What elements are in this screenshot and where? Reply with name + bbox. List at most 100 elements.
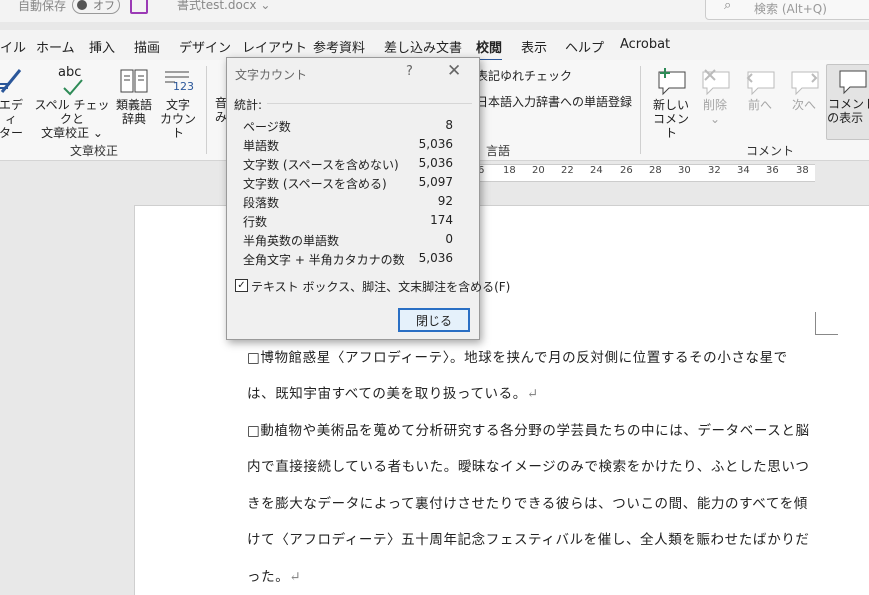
save-icon[interactable] (130, 0, 148, 14)
stat-row: 全角文字 + 半角カタカナの数 5,036 (243, 251, 453, 269)
thesaurus-button[interactable]: 類義語 辞典 (114, 66, 154, 126)
ruler-number: 22 (561, 165, 574, 176)
ruler-number: 28 (649, 165, 662, 176)
line-text: □動植物や美術品を蒐めて分析研究する各分野の学芸員たちの中には、データベースと脳 (247, 423, 810, 439)
stat-value: 92 (437, 194, 453, 208)
ruler-number: 18 (503, 165, 516, 176)
line-text: は、既知宇宙すべての美を取り扱っている。 (247, 386, 527, 402)
stat-label: 段落数 (243, 196, 280, 210)
autosave-toggle[interactable]: オフ (72, 0, 120, 14)
previous-comment-icon (746, 71, 775, 96)
thesaurus-label-2: 辞典 (121, 112, 146, 126)
show-comments-button[interactable]: コメント の表示 ⌄ (826, 64, 869, 140)
document-line[interactable]: は、既知宇宙すべての美を取り扱っている。↵ (247, 382, 539, 402)
document-line[interactable]: 内で直接接続している者もいた。曖昧なイメージのみで検索をかけたり、ふとした思いつ (247, 455, 810, 475)
ruler-number: 36 (766, 165, 779, 176)
tab-draw[interactable]: 描画 (134, 37, 160, 56)
group-separator (206, 66, 207, 154)
word-count-button[interactable]: 123 文字 カウント (156, 66, 200, 140)
tab-design[interactable]: デザイン (179, 37, 231, 56)
document-line[interactable]: きを膨大なデータによって裏付けさせたりできる彼らは、ついこの間、能力のすべてを傾 (247, 492, 808, 512)
comment-group-label: コメント (746, 144, 795, 158)
word-count-label-1: 文字 (165, 98, 190, 112)
ruler-strip (470, 164, 815, 182)
stat-row: ページ数 8 (243, 118, 453, 136)
jp-dictionary-button[interactable]: 日本語入力辞書への単語登録 (476, 95, 632, 109)
tab-help[interactable]: ヘルプ (565, 37, 604, 56)
stat-row: 半角英数の単語数 0 (243, 232, 453, 250)
show-comments-icon (839, 70, 867, 95)
thesaurus-label-1: 類義語 (115, 98, 152, 112)
ruler-number: 24 (590, 165, 603, 176)
proofing-group-label: 文章校正 (70, 144, 119, 158)
stat-label: 全角文字 + 半角カタカナの数 (243, 253, 405, 267)
stat-label: 行数 (243, 215, 268, 229)
word-count-label-2: カウント (159, 112, 196, 140)
tab-layout[interactable]: レイアウト (242, 37, 307, 56)
search-box[interactable]: ⌕ 検索 (Alt+Q) (705, 0, 869, 20)
next-comment-label: 次へ (791, 98, 816, 112)
stat-label: 単語数 (243, 139, 280, 153)
line-text: 内で直接接続している者もいた。曖昧なイメージのみで検索をかけたり、ふとした思いつ (247, 459, 810, 475)
new-comment-label-1: 新しい (652, 98, 689, 112)
paragraph-mark: ↵ (526, 386, 539, 402)
tab-acrobat[interactable]: Acrobat (620, 37, 670, 52)
include-textbox-label[interactable]: テキスト ボックス、脚注、文末脚注を含める(F) (251, 278, 510, 295)
tab-home[interactable]: ホーム (36, 37, 75, 56)
editor-label-2: ター (0, 126, 23, 140)
tab-references[interactable]: 参考資料 (313, 37, 365, 56)
new-comment-icon (658, 68, 686, 96)
include-textbox-checkbox[interactable]: ✓ (235, 279, 248, 292)
tab-review[interactable]: 校閲 (476, 37, 503, 62)
spelling-label-2: 文章校正 ⌄ (41, 126, 103, 140)
word-count-icon: 123 (161, 66, 195, 96)
delete-comment-label-1: 削除 (702, 98, 727, 112)
document-line[interactable]: □博物館惑星〈アフロディーテ〉。地球を挟んで月の反対側に位置するその小さな星で (247, 346, 788, 366)
previous-comment-label: 前へ (747, 98, 772, 112)
spelling-label-1: スペル チェックと (34, 98, 110, 126)
thesaurus-icon (120, 69, 148, 93)
help-button[interactable]: ? (406, 64, 413, 79)
show-comments-label-2: の表示 ⌄ (827, 111, 869, 125)
editor-button[interactable]: エディ ター (0, 66, 26, 140)
ribbon-tabs: イル ホーム 挿入 描画 デザイン レイアウト 参考資料 差し込み文書 校閲 表… (0, 30, 869, 62)
delete-comment-label-2: ⌄ (709, 112, 721, 126)
ruler-number: 20 (532, 165, 545, 176)
new-comment-button[interactable]: 新しい コメント (648, 66, 694, 140)
document-line[interactable]: けて〈アフロディーテ〉五十周年記念フェスティバルを催し、全人類を賑わせたばかりだ (247, 528, 810, 548)
document-line[interactable]: □動植物や美術品を蒐めて分析研究する各分野の学芸員たちの中には、データベースと脳 (247, 419, 810, 439)
spelling-grammar-button[interactable]: abc スペル チェックと 文章校正 ⌄ (34, 66, 110, 141)
tab-view[interactable]: 表示 (521, 37, 547, 56)
tab-insert[interactable]: 挿入 (89, 37, 115, 56)
stat-row: 文字数 (スペースを含める) 5,097 (243, 175, 453, 193)
ambiguity-check-button[interactable]: 表記ゆれチェック (476, 69, 572, 83)
next-comment-button[interactable]: 次へ (786, 66, 822, 112)
previous-comment-button[interactable]: 前へ (742, 66, 778, 112)
stat-row: 行数 174 (243, 213, 453, 231)
ruler-number: 32 (708, 165, 721, 176)
search-icon: ⌕ (724, 0, 732, 13)
stat-value: 5,036 (418, 137, 453, 151)
document-filename[interactable]: 書式test.docx ⌄ (177, 0, 270, 13)
autosave-label: 自動保存 (18, 0, 67, 13)
margin-corner-mark (815, 312, 838, 335)
word-count-dialog: 文字カウント ? ✕ 統計: ページ数 8 単語数 5,036 文字数 (スペー… (226, 57, 510, 340)
next-comment-icon (791, 71, 819, 96)
stat-label: 半角英数の単語数 (243, 234, 340, 248)
close-button[interactable]: 閉じる (398, 308, 470, 332)
close-icon[interactable]: ✕ (447, 61, 461, 81)
stat-row: 段落数 92 (243, 194, 453, 212)
divider (267, 103, 472, 104)
stat-label: 文字数 (スペースを含めない) (243, 158, 399, 172)
delete-comment-button[interactable]: 削除 ⌄ (697, 66, 733, 126)
statistics-header: 統計: (234, 98, 263, 112)
line-text: きを膨大なデータによって裏付けさせたりできる彼らは、ついこの間、能力のすべてを傾 (247, 496, 808, 512)
toggle-knob (77, 0, 87, 10)
tab-file[interactable]: イル (0, 37, 26, 56)
stat-value: 174 (430, 213, 453, 227)
document-line[interactable]: った。↵ (247, 565, 301, 585)
paragraph-mark: ↵ (289, 569, 302, 585)
editor-icon (0, 69, 22, 93)
tab-mailings[interactable]: 差し込み文書 (384, 37, 462, 56)
line-text: □博物館惑星〈アフロディーテ〉。地球を挟んで月の反対側に位置するその小さな星で (247, 350, 788, 366)
